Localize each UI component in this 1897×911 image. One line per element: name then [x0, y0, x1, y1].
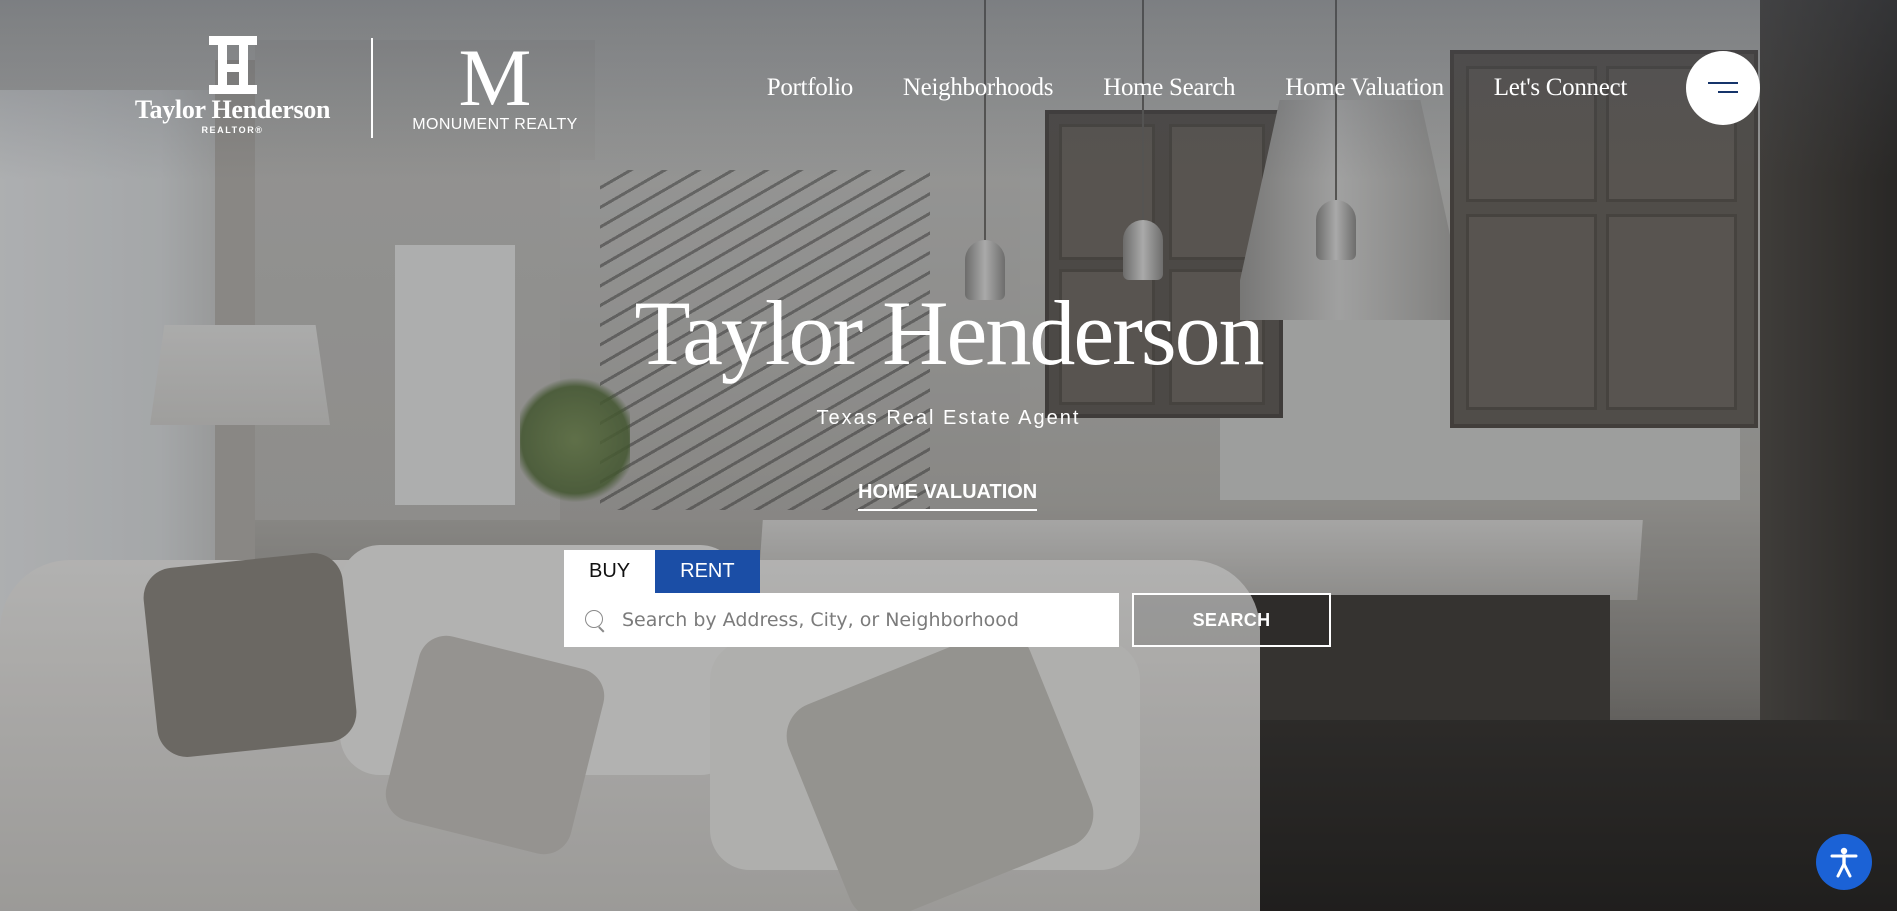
nav-lets-connect[interactable]: Let's Connect [1494, 72, 1628, 104]
brokerage-logo-name: MONUMENT REALTY [412, 116, 578, 133]
nav-neighborhoods[interactable]: Neighborhoods [903, 72, 1054, 104]
search-input[interactable] [620, 608, 1104, 632]
accessibility-button[interactable] [1816, 834, 1872, 890]
home-valuation-link[interactable]: HOME VALUATION [858, 480, 1038, 511]
search-tabs: BUY RENT [564, 550, 760, 593]
hero-title: Taylor Henderson [634, 282, 1264, 384]
search-icon [584, 609, 606, 633]
hero-subtitle: Texas Real Estate Agent [816, 407, 1081, 429]
agent-logo-sub: REALTOR® [201, 125, 264, 135]
main-nav: Portfolio Neighborhoods Home Search Home… [767, 72, 1628, 104]
tab-rent[interactable]: RENT [655, 550, 760, 593]
accessibility-icon [1830, 847, 1858, 878]
agent-logo-name: Taylor Henderson [134, 95, 331, 124]
tab-buy[interactable]: BUY [564, 550, 656, 593]
nav-home-search[interactable]: Home Search [1103, 72, 1235, 104]
logo-divider [371, 38, 373, 138]
agent-logo[interactable]: Taylor Henderson REALTOR® [130, 36, 335, 146]
agent-monogram-icon [208, 36, 257, 94]
brokerage-logo[interactable]: M MONUMENT REALTY [405, 32, 585, 140]
menu-button[interactable] [1686, 51, 1760, 125]
brokerage-logo-letter: M [458, 32, 532, 123]
search-box [564, 593, 1119, 647]
nav-home-valuation[interactable]: Home Valuation [1285, 72, 1444, 104]
hamburger-menu-icon [1708, 82, 1738, 94]
search-button[interactable]: SEARCH [1132, 593, 1331, 647]
nav-portfolio[interactable]: Portfolio [767, 72, 854, 104]
